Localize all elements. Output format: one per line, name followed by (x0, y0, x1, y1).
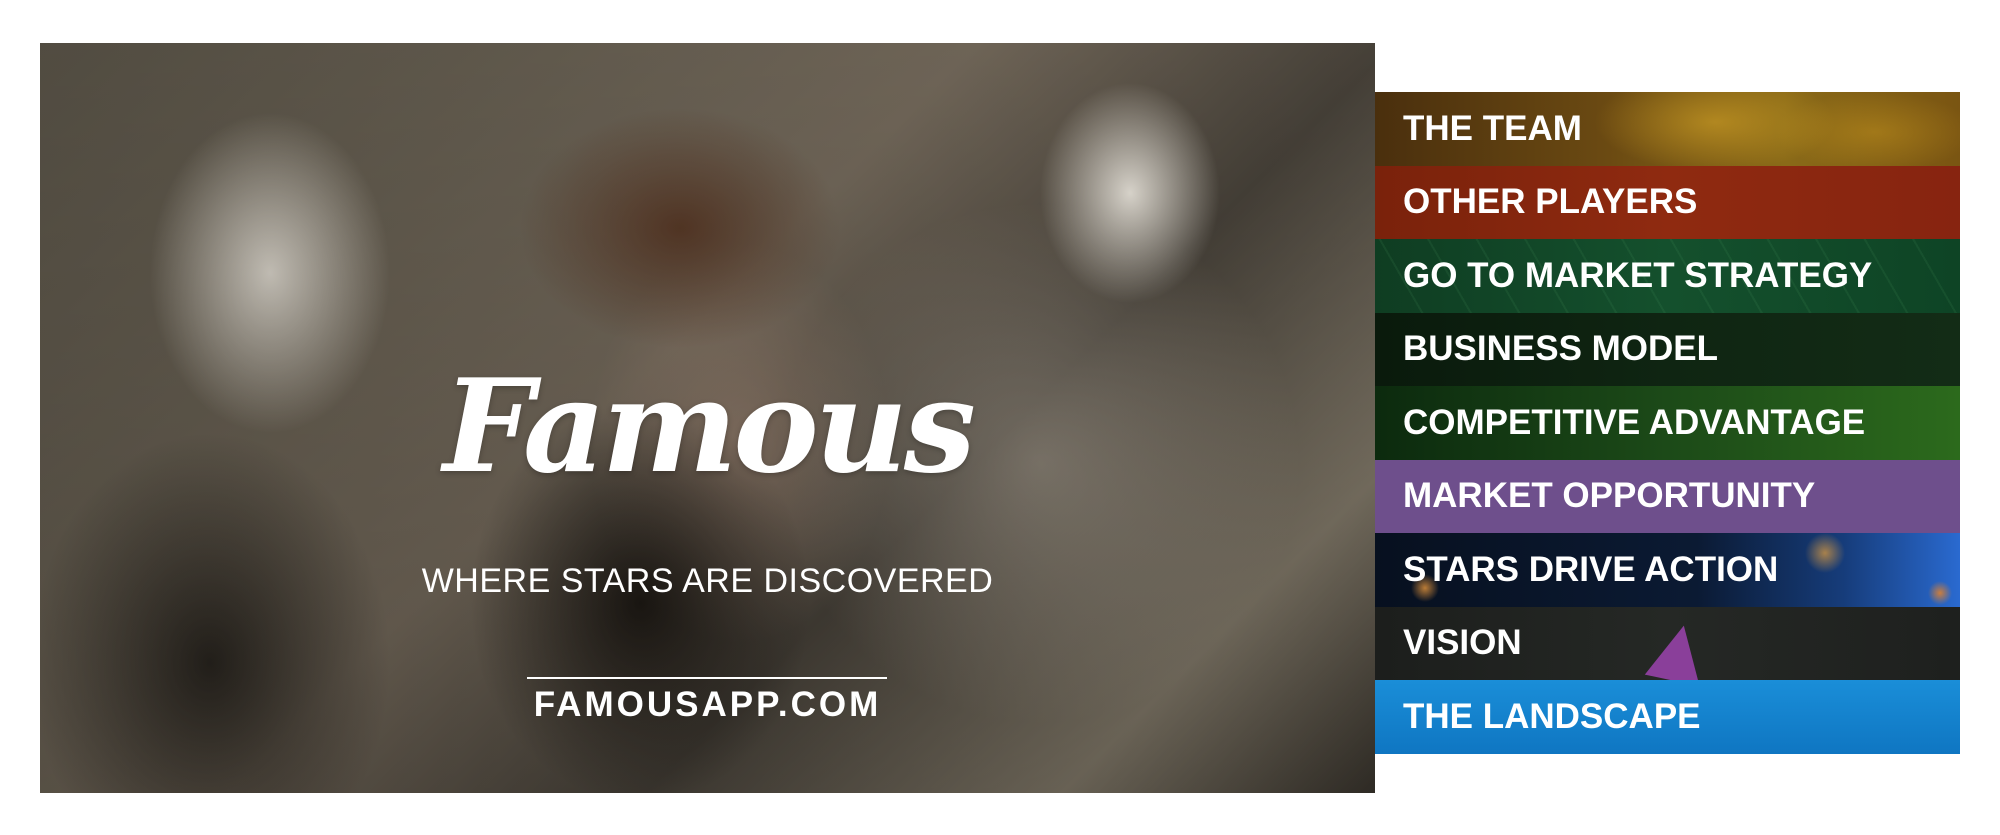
menu-item-label: STARS DRIVE ACTION (1403, 549, 1779, 589)
menu-item-stars-drive-action[interactable]: STARS DRIVE ACTION (1375, 533, 1960, 607)
menu-item-business-model[interactable]: BUSINESS MODEL (1375, 312, 1960, 386)
hero-banner: Famous WHERE STARS ARE DISCOVERED FAMOUS… (40, 43, 1375, 793)
menu-item-label: VISION (1403, 623, 1522, 663)
menu-item-the-landscape[interactable]: THE LANDSCAPE (1375, 680, 1960, 754)
website-link[interactable]: FAMOUSAPP.COM (40, 685, 1375, 725)
menu-item-the-team[interactable]: THE TEAM (1375, 92, 1960, 166)
section-menu: THE TEAM OTHER PLAYERS GO TO MARKET STRA… (1375, 92, 1960, 754)
menu-item-label: THE LANDSCAPE (1403, 696, 1701, 736)
menu-item-go-to-market-strategy[interactable]: GO TO MARKET STRATEGY (1375, 239, 1960, 313)
menu-item-label: BUSINESS MODEL (1403, 329, 1719, 369)
menu-item-label: COMPETITIVE ADVANTAGE (1403, 402, 1866, 442)
menu-item-market-opportunity[interactable]: MARKET OPPORTUNITY (1375, 459, 1960, 533)
menu-item-vision[interactable]: VISION (1375, 606, 1960, 680)
menu-item-label: THE TEAM (1403, 108, 1582, 148)
menu-item-label: OTHER PLAYERS (1403, 182, 1698, 222)
brand-logo: Famous (443, 352, 976, 502)
hero-tagline: WHERE STARS ARE DISCOVERED (421, 562, 994, 600)
menu-item-label: MARKET OPPORTUNITY (1403, 476, 1816, 516)
divider (527, 677, 887, 679)
menu-item-label: GO TO MARKET STRATEGY (1403, 255, 1873, 295)
menu-item-competitive-advantage[interactable]: COMPETITIVE ADVANTAGE (1375, 386, 1960, 460)
menu-item-other-players[interactable]: OTHER PLAYERS (1375, 165, 1960, 239)
